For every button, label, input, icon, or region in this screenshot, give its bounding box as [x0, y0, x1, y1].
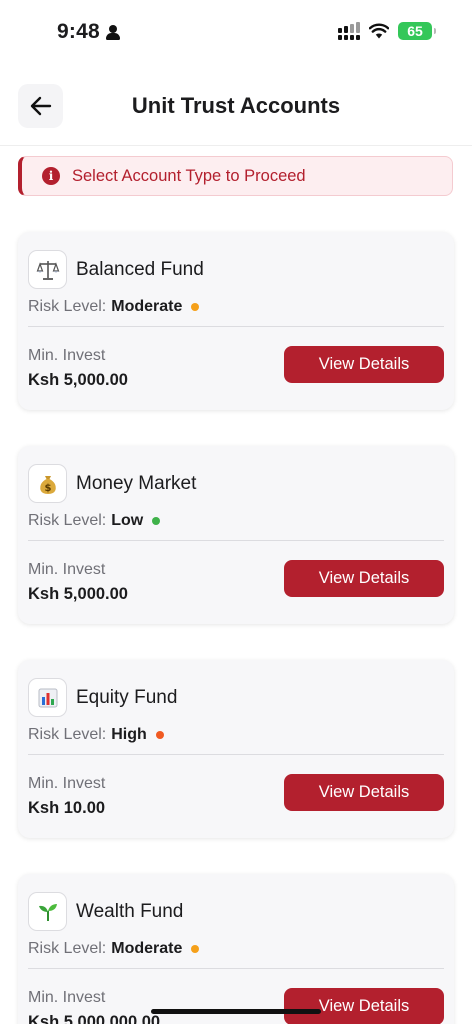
bar-chart-icon: [28, 678, 67, 717]
header: Unit Trust Accounts: [0, 80, 472, 146]
risk-row: Risk Level: High: [28, 726, 164, 744]
wifi-icon: [369, 23, 389, 39]
min-invest-value: Ksh 5,000.00: [28, 371, 128, 389]
fund-card-wealth: Wealth Fund Risk Level: Moderate Min. In…: [18, 874, 454, 1024]
alert-banner: i Select Account Type to Proceed: [18, 156, 453, 196]
fund-card-money-market: $ Money Market Risk Level: Low Min. Inve…: [18, 446, 454, 624]
risk-value: Moderate: [111, 298, 183, 315]
divider: [28, 754, 444, 755]
signal-icon: [338, 22, 360, 40]
min-invest-value: Ksh 5,000.00: [28, 585, 128, 603]
risk-row: Risk Level: Moderate: [28, 298, 200, 316]
status-time: 9:48: [57, 20, 120, 44]
risk-label: Risk Level:: [28, 940, 107, 957]
divider: [28, 968, 444, 969]
money-bag-icon: $: [28, 464, 67, 503]
screen: 9:48 65 Unit Trust Accounts i Select Acc…: [0, 0, 472, 1024]
view-details-button[interactable]: View Details: [284, 774, 444, 811]
risk-label: Risk Level:: [28, 298, 107, 315]
seedling-icon: [28, 892, 67, 931]
risk-row: Risk Level: Moderate: [28, 940, 200, 958]
alert-message: Select Account Type to Proceed: [72, 166, 306, 185]
view-details-button[interactable]: View Details: [284, 560, 444, 597]
home-indicator[interactable]: [151, 1009, 321, 1014]
status-icons: 65: [338, 22, 436, 40]
view-details-button[interactable]: View Details: [284, 988, 444, 1024]
fund-name: Balanced Fund: [76, 259, 204, 280]
risk-label: Risk Level:: [28, 512, 107, 529]
risk-label: Risk Level:: [28, 726, 107, 743]
fund-name: Wealth Fund: [76, 901, 184, 922]
battery-icon: 65: [398, 22, 436, 40]
divider: [28, 540, 444, 541]
min-invest-value: Ksh 5,000,000.00: [28, 1013, 161, 1024]
risk-value: Low: [111, 512, 144, 529]
status-bar: 9:48 65: [0, 0, 472, 62]
risk-indicator-dot: [191, 303, 200, 311]
info-icon: i: [42, 167, 60, 185]
min-invest-value: Ksh 10.00: [28, 799, 106, 817]
scales-icon: [28, 250, 67, 289]
min-invest-label: Min. Invest: [28, 561, 106, 578]
risk-value: High: [111, 726, 147, 743]
risk-indicator-dot: [155, 731, 164, 739]
risk-indicator-dot: [152, 517, 161, 525]
fund-card-balanced: Balanced Fund Risk Level: Moderate Min. …: [18, 232, 454, 410]
risk-indicator-dot: [191, 945, 200, 953]
view-details-button[interactable]: View Details: [284, 346, 444, 383]
fund-name: Money Market: [76, 473, 197, 494]
fund-name: Equity Fund: [76, 687, 178, 708]
person-icon: [105, 24, 120, 40]
risk-value: Moderate: [111, 940, 183, 957]
divider: [28, 326, 444, 327]
min-invest-label: Min. Invest: [28, 775, 106, 792]
battery-level: 65: [407, 23, 423, 39]
page-title: Unit Trust Accounts: [131, 93, 341, 118]
min-invest-label: Min. Invest: [28, 989, 106, 1006]
svg-text:$: $: [44, 483, 51, 494]
fund-card-equity: Equity Fund Risk Level: High Min. Invest…: [18, 660, 454, 838]
risk-row: Risk Level: Low: [28, 512, 161, 530]
min-invest-label: Min. Invest: [28, 347, 106, 364]
status-time-text: 9:48: [57, 20, 100, 43]
